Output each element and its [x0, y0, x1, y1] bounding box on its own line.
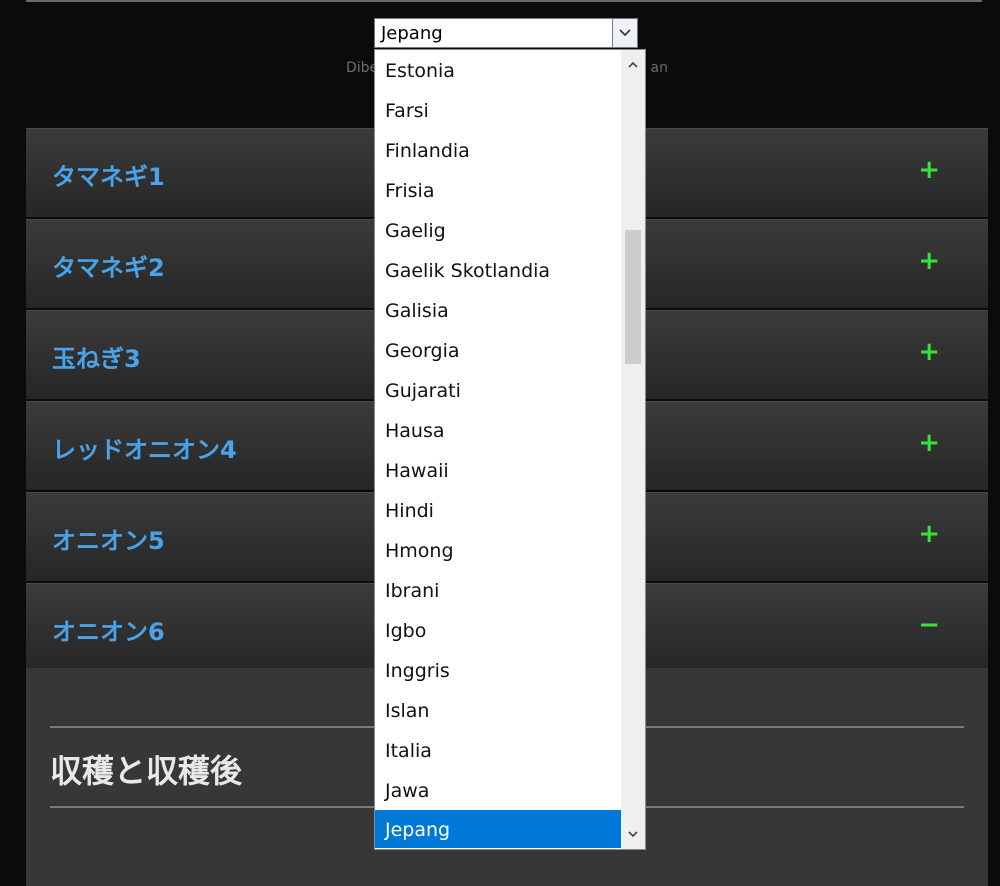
- language-option[interactable]: Galisia: [375, 291, 621, 329]
- language-option[interactable]: Inggris: [375, 651, 621, 689]
- language-option[interactable]: Jawa: [375, 771, 621, 809]
- top-divider: [26, 0, 982, 2]
- accordion-title: オニオン6: [52, 618, 165, 646]
- language-option[interactable]: Georgia: [375, 331, 621, 369]
- accordion-title: 玉ねぎ3: [52, 345, 141, 373]
- chevron-down-icon[interactable]: [612, 19, 637, 47]
- expand-icon[interactable]: +: [918, 155, 940, 185]
- language-option[interactable]: Hindi: [375, 491, 621, 529]
- language-select-value: Jepang: [381, 23, 443, 44]
- language-option[interactable]: Gujarati: [375, 371, 621, 409]
- expand-icon[interactable]: +: [918, 246, 940, 276]
- accordion-title: タマネギ2: [52, 254, 165, 282]
- expand-icon[interactable]: +: [918, 428, 940, 458]
- language-option[interactable]: Hausa: [375, 411, 621, 449]
- collapse-icon[interactable]: −: [918, 610, 940, 640]
- language-select[interactable]: Jepang: [374, 18, 638, 48]
- accordion-title: タマネギ1: [52, 163, 165, 191]
- language-option[interactable]: Italia: [375, 731, 621, 769]
- language-option[interactable]: Ibrani: [375, 571, 621, 609]
- language-option-selected[interactable]: Jepang: [375, 810, 621, 848]
- language-dropdown-list[interactable]: Estonia Farsi Finlandia Frisia Gaelig Ga…: [374, 49, 646, 850]
- language-option[interactable]: Estonia: [375, 51, 621, 89]
- language-option[interactable]: Gaelig: [375, 211, 621, 249]
- scrollbar-thumb[interactable]: [625, 230, 641, 364]
- language-option[interactable]: Finlandia: [375, 131, 621, 169]
- scroll-up-icon[interactable]: [621, 52, 645, 78]
- expand-icon[interactable]: +: [918, 519, 940, 549]
- accordion-title: レッドオニオン4: [52, 436, 237, 464]
- accordion-title: オニオン5: [52, 527, 165, 555]
- expand-icon[interactable]: +: [918, 337, 940, 367]
- dropdown-scrollbar[interactable]: [621, 50, 645, 849]
- language-option[interactable]: Farsi: [375, 91, 621, 129]
- language-option[interactable]: Frisia: [375, 171, 621, 209]
- language-option[interactable]: Hawaii: [375, 451, 621, 489]
- language-option[interactable]: Islan: [375, 691, 621, 729]
- language-option[interactable]: Igbo: [375, 611, 621, 649]
- powered-by-end: an: [650, 60, 668, 76]
- scroll-down-icon[interactable]: [621, 821, 645, 847]
- language-option[interactable]: Hmong: [375, 531, 621, 569]
- language-option[interactable]: Gaelik Skotlandia: [375, 251, 621, 289]
- section-heading: 収穫と収穫後: [50, 752, 243, 790]
